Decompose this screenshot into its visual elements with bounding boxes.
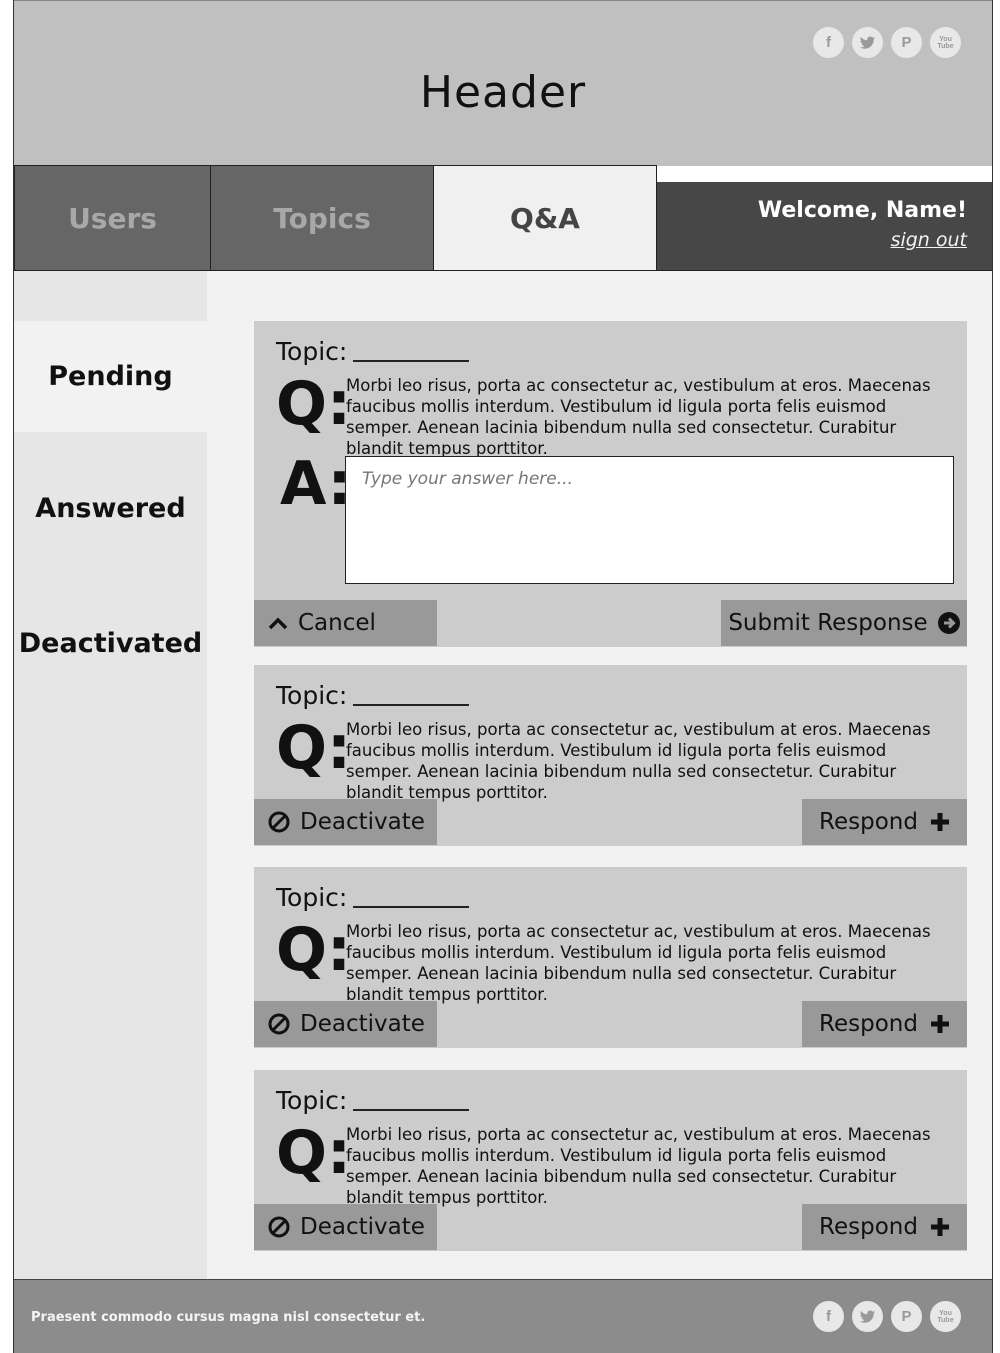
respond-button-label: Respond [819, 809, 918, 835]
respond-button[interactable]: Respond [802, 1204, 967, 1250]
plus-icon [930, 1217, 950, 1237]
tab-topics[interactable]: Topics [210, 165, 434, 271]
question-label: Q: [276, 369, 351, 439]
answer-input[interactable] [345, 456, 954, 584]
topic-blank [353, 704, 470, 706]
submit-response-button[interactable]: Submit Response [721, 600, 967, 646]
youtube-icon[interactable]: You Tube [930, 1301, 961, 1332]
topic-label: Topic: [276, 1086, 348, 1115]
arrow-right-circle-icon [937, 612, 960, 634]
twitter-icon[interactable] [852, 27, 883, 58]
header-social-links: f P You Tube [813, 27, 961, 58]
content-area: Pending Answered Deactivated Topic: Q: M… [14, 271, 992, 1279]
sidebar-item-pending[interactable]: Pending [14, 321, 207, 432]
topic-field: Topic: [276, 337, 470, 366]
respond-button-label: Respond [819, 1214, 918, 1240]
twitter-icon[interactable] [852, 1301, 883, 1332]
facebook-icon[interactable]: f [813, 27, 844, 58]
question-card: Topic: Q: Morbi leo risus, porta ac cons… [254, 867, 967, 1048]
deactivate-button-label: Deactivate [300, 1011, 425, 1037]
question-label: Q: [276, 1118, 351, 1188]
prohibited-icon [268, 811, 290, 833]
deactivate-button-label: Deactivate [300, 809, 425, 835]
question-card: Topic: Q: Morbi leo risus, porta ac cons… [254, 665, 967, 846]
plus-icon [930, 812, 950, 832]
question-text: Morbi leo risus, porta ac consectetur ac… [346, 376, 931, 458]
respond-button[interactable]: Respond [802, 799, 967, 845]
question-label: Q: [276, 713, 351, 783]
deactivate-button[interactable]: Deactivate [254, 1204, 437, 1250]
topic-label: Topic: [276, 883, 348, 912]
facebook-icon[interactable]: f [813, 1301, 844, 1332]
footer-text: Praesent commodo cursus magna nisl conse… [31, 1310, 426, 1325]
footer-social-links: f P You Tube [813, 1301, 961, 1332]
respond-button-label: Respond [819, 1011, 918, 1037]
topic-label: Topic: [276, 681, 348, 710]
pinterest-icon[interactable]: P [891, 1301, 922, 1332]
question-text: Morbi leo risus, porta ac consectetur ac… [346, 720, 931, 802]
sidebar: Pending Answered Deactivated [14, 271, 207, 1279]
header: Header f P You Tube [14, 0, 992, 166]
respond-button[interactable]: Respond [802, 1001, 967, 1047]
welcome-message: Welcome, Name! [757, 198, 967, 223]
question-card: Topic: Q: Morbi leo risus, porta ac cons… [254, 1070, 967, 1251]
topic-blank [353, 906, 470, 908]
prohibited-icon [268, 1216, 290, 1238]
answer-label: A: [280, 449, 352, 519]
cancel-button[interactable]: Cancel [254, 600, 437, 646]
tab-users[interactable]: Users [14, 165, 211, 271]
deactivate-button[interactable]: Deactivate [254, 1001, 437, 1047]
topic-field: Topic: [276, 1086, 470, 1115]
deactivate-button-label: Deactivate [300, 1214, 425, 1240]
sidebar-item-answered[interactable]: Answered [14, 493, 207, 524]
chevron-up-icon [268, 616, 288, 630]
tab-qa[interactable]: Q&A [433, 165, 657, 271]
topic-blank [353, 1109, 470, 1111]
submit-response-label: Submit Response [728, 610, 928, 636]
main-nav: Users Topics Q&A Welcome, Name! sign out [14, 165, 992, 271]
question-text: Morbi leo risus, porta ac consectetur ac… [346, 922, 931, 1004]
deactivate-button[interactable]: Deactivate [254, 799, 437, 845]
topic-blank [353, 360, 470, 362]
cancel-button-label: Cancel [298, 610, 376, 636]
youtube-icon[interactable]: You Tube [930, 27, 961, 58]
sign-out-link[interactable]: sign out [657, 229, 967, 251]
page-frame: Header f P You Tube Users Topics Q&A Welc… [13, 0, 993, 1353]
pinterest-icon[interactable]: P [891, 27, 922, 58]
topic-field: Topic: [276, 681, 470, 710]
topic-label: Topic: [276, 337, 348, 366]
topic-field: Topic: [276, 883, 470, 912]
plus-icon [930, 1014, 950, 1034]
question-card-expanded: Topic: Q: Morbi leo risus, porta ac cons… [254, 321, 967, 647]
prohibited-icon [268, 1013, 290, 1035]
page-title: Header [419, 67, 587, 118]
question-text: Morbi leo risus, porta ac consectetur ac… [346, 1125, 931, 1207]
question-label: Q: [276, 915, 351, 985]
sidebar-item-deactivated[interactable]: Deactivated [14, 628, 207, 659]
user-panel: Welcome, Name! sign out [657, 182, 992, 271]
